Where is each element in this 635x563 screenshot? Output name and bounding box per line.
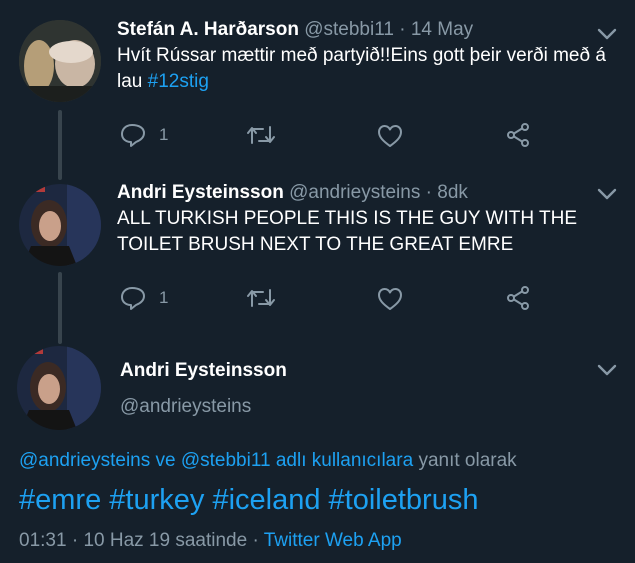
display-name[interactable]: Andri Eysteinsson [117,182,284,203]
chevron-down-icon[interactable] [597,187,617,201]
timestamp[interactable]: 14 May [411,19,473,40]
tweet-text: ALL TURKISH PEOPLE THIS IS THE GUY WITH … [117,206,625,258]
replying-to-users-link[interactable]: @andrieysteins ve @stebbi11 adlı kullanı… [19,450,413,471]
hashtag-link[interactable]: #iceland [212,484,320,516]
replying-to: @andrieysteins ve @stebbi11 adlı kullanı… [19,450,517,472]
retweet-icon[interactable] [246,287,276,309]
reply-button[interactable]: 1 [120,123,168,147]
reply-icon [121,124,145,147]
share-icon[interactable] [506,286,530,310]
thread-line [58,272,62,344]
separator-dot: · [252,530,259,551]
retweet-icon[interactable] [246,124,276,146]
separator-dot: · [71,530,79,551]
avatar-photo [19,184,101,266]
hashtag-link[interactable]: #turkey [109,484,204,516]
tweet-body-line: ALL TURKISH PEOPLE THIS IS THE GUY WITH … [117,208,577,229]
reply-button[interactable]: 1 [120,286,168,310]
handle[interactable]: @andrieysteins [289,182,420,203]
hashtag-link[interactable]: #toiletbrush [329,484,479,516]
avatar[interactable] [17,346,101,430]
timestamp[interactable]: 8dk [437,182,468,203]
tweet-header: Stefán A. Harðarson @stebbi11 · 14 May [117,19,473,41]
avatar[interactable] [19,184,101,266]
tweet-text: #emre #turkey #iceland #toiletbrush [19,482,478,518]
like-icon[interactable] [377,124,403,148]
thread-line [58,110,62,180]
chevron-down-icon[interactable] [597,27,617,41]
handle[interactable]: @stebbi11 [304,19,394,40]
tweet-body-line: TOILET BRUSH NEXT TO THE GREAT EMRE [117,234,514,255]
like-icon[interactable] [377,287,403,311]
reply-count: 1 [159,125,169,144]
tweet-header: Andri Eysteinsson @andrieysteins · 8dk [117,182,468,204]
chevron-down-icon[interactable] [597,363,617,377]
display-name[interactable]: Stefán A. Harðarson [117,19,299,40]
avatar[interactable] [19,20,101,102]
reply-count: 1 [159,288,169,307]
hashtag-link[interactable]: #emre [19,484,101,516]
separator-dot: · [425,182,432,203]
avatar-photo [19,20,101,102]
source-app-link[interactable]: Twitter Web App [264,530,402,551]
reply-icon [121,287,145,310]
display-name[interactable]: Andri Eysteinsson [120,360,287,382]
tweet-meta: 01:31 · 10 Haz 19 saatinde · Twitter Web… [19,530,402,552]
avatar-photo [17,346,101,430]
separator-dot: · [399,19,406,40]
tweet-text: Hvít Rússar mættir með partyið!!Eins got… [117,43,625,95]
tweet-time[interactable]: 01:31 [19,530,67,551]
handle[interactable]: @andrieysteins [120,396,251,418]
share-icon[interactable] [506,123,530,147]
replying-to-suffix: yanıt olarak [418,450,517,471]
hashtag-link[interactable]: #12stig [148,71,209,92]
tweet-date[interactable]: 10 Haz 19 saatinde [83,530,247,551]
